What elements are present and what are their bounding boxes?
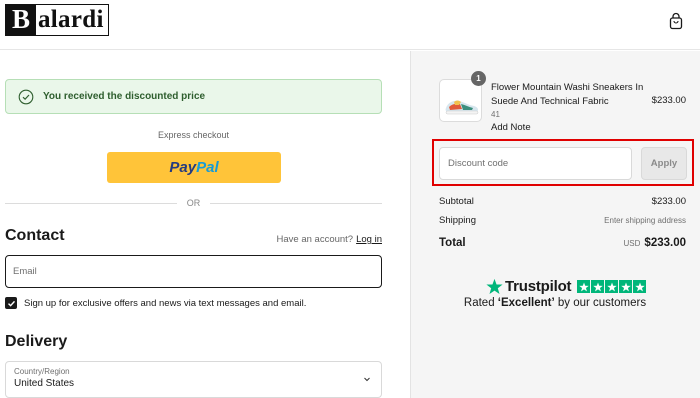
sneaker-image <box>445 100 479 115</box>
rating-star-5 <box>633 280 647 293</box>
total-currency: USD <box>623 239 641 248</box>
trustpilot-rating-stars <box>577 280 647 293</box>
total-value: $233.00 <box>644 237 686 249</box>
notice-text: You received the discounted price <box>43 91 206 102</box>
check-circle-icon <box>18 89 34 104</box>
email-input[interactable] <box>5 255 382 288</box>
brand-logo[interactable]: B alardi <box>5 4 109 36</box>
total-label: Total <box>439 237 466 249</box>
discount-code-input[interactable] <box>439 147 632 180</box>
or-text: OR <box>186 198 201 208</box>
signup-checkbox[interactable] <box>5 297 17 309</box>
quantity-badge: 1 <box>471 71 486 86</box>
divider-line-right <box>210 202 382 204</box>
product-price: $233.00 <box>651 95 686 106</box>
shipping-value: Enter shipping address <box>604 216 686 225</box>
country-label: Country/Region <box>14 367 70 376</box>
checkbox-check-icon <box>7 300 15 307</box>
rated-word: ‘Excellent’ <box>497 297 555 309</box>
contact-heading: Contact <box>5 227 65 244</box>
paypal-text-pay: Pay <box>169 159 197 176</box>
trustpilot-rating-text: Rated ‘Excellent’ by our customers <box>410 297 700 309</box>
rating-star-2 <box>591 280 605 293</box>
paypal-text-pal: Pal <box>196 159 219 176</box>
delivery-heading: Delivery <box>5 333 68 350</box>
country-select[interactable]: Country/Region United States <box>5 361 382 398</box>
trustpilot-wordmark: Trustpilot <box>505 278 572 295</box>
marketing-signup-row[interactable]: Sign up for exclusive offers and news vi… <box>5 297 306 309</box>
total-row: Total USD $233.00 <box>439 233 686 251</box>
logo-wordmark: alardi <box>38 6 104 33</box>
divider-line-left <box>5 202 177 204</box>
chevron-down-icon <box>364 377 370 382</box>
rating-star-4 <box>619 280 633 293</box>
country-value: United States <box>14 378 75 389</box>
logo-initial: B <box>6 5 36 35</box>
subtotal-label: Subtotal <box>439 196 474 207</box>
shipping-label: Shipping <box>439 215 476 226</box>
account-prompt: Have an account? <box>276 234 354 245</box>
add-note-link[interactable]: Add Note <box>491 122 531 133</box>
rating-star-3 <box>605 280 619 293</box>
or-divider: OR <box>5 197 382 209</box>
apply-discount-button[interactable]: Apply <box>641 147 687 180</box>
shipping-row: Shipping Enter shipping address <box>439 215 686 226</box>
rated-prefix: Rated <box>463 297 498 309</box>
account-prompt-line: Have an account? Log in <box>277 234 382 245</box>
product-variant: 41 <box>491 110 500 119</box>
trustpilot-star-icon <box>486 278 503 294</box>
subtotal-row: Subtotal $233.00 <box>439 196 686 207</box>
login-link[interactable]: Log in <box>356 234 382 245</box>
site-header: B alardi <box>0 0 700 50</box>
rating-star-1 <box>577 280 591 293</box>
shopping-bag-icon[interactable] <box>669 12 683 30</box>
discount-notice: You received the discounted price <box>5 79 382 114</box>
total-amount: USD $233.00 <box>624 233 686 251</box>
signup-label: Sign up for exclusive offers and news vi… <box>24 297 307 309</box>
subtotal-value: $233.00 <box>651 196 686 207</box>
rated-suffix: by our customers <box>554 297 647 309</box>
express-checkout-label: Express checkout <box>157 130 230 140</box>
product-name: Flower Mountain Washi Sneakers In Suede … <box>491 82 644 107</box>
trustpilot-widget[interactable]: Trustpilot <box>486 278 647 295</box>
paypal-button[interactable]: Pay Pal <box>107 152 281 183</box>
